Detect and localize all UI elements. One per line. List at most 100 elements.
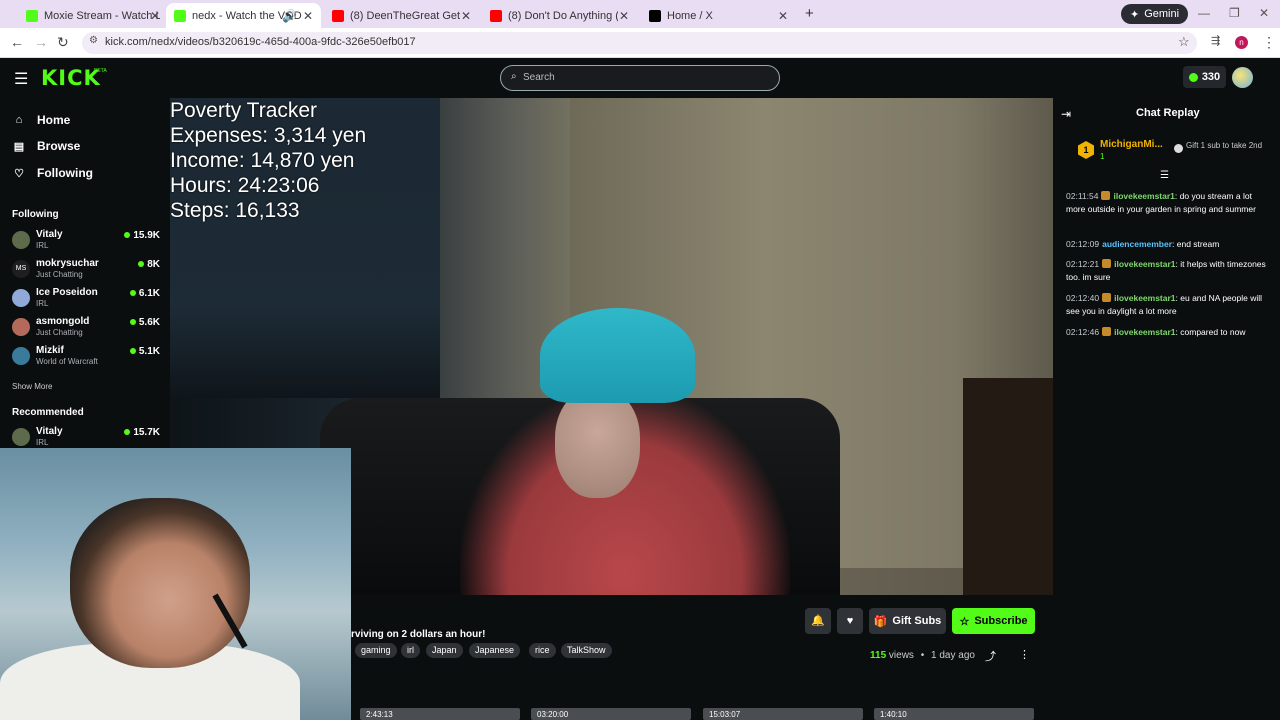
poverty-tracker-overlay: Poverty Tracker Expenses: 3,314 yen Inco… (170, 98, 366, 223)
chat-username[interactable]: ilovekeemstar1 (1114, 259, 1175, 269)
maximize-icon[interactable]: ❐ (1229, 6, 1240, 20)
live-dot-icon (129, 348, 136, 354)
channel-item[interactable]: Vitaly IRL 15.9K (12, 229, 162, 257)
vod-thumbnail[interactable]: 2:43:13 (360, 708, 520, 720)
sidebar-item-following[interactable]: ♡ Following (13, 166, 93, 180)
chat-text: compared to now (1180, 327, 1246, 337)
channel-item[interactable]: Ice Poseidon IRL 6.1K (12, 287, 162, 315)
tag-chip[interactable]: Japanese (469, 643, 521, 658)
star-icon: ☆ (959, 615, 970, 628)
channel-category: Just Chatting (36, 328, 83, 337)
vod-thumbnail[interactable]: 1:40:10 (874, 708, 1034, 720)
expand-leaderboard-icon[interactable]: ☰ (1160, 170, 1169, 181)
browser-tab-bar: Moxie Stream - Watch Live on K ✕ nedx - … (0, 0, 1280, 28)
url-text[interactable]: kick.com/nedx/videos/b320619c-465d-400a-… (105, 36, 416, 48)
gemini-button[interactable]: ✦ Gemini (1121, 4, 1189, 24)
channel-item[interactable]: Mizkif World of Warcraft 5.1K (12, 345, 162, 373)
browse-icon: ▤ (13, 140, 25, 153)
reload-icon[interactable]: ↻ (57, 34, 69, 51)
leaderboard-name[interactable]: MichiganMi... (1100, 139, 1163, 150)
close-tab-icon[interactable]: ✕ (461, 9, 471, 23)
address-bar: ← → ↻ ⚙ kick.com/nedx/videos/b320619c-46… (0, 28, 1280, 58)
collapse-chat-icon[interactable]: ⇥ (1061, 107, 1071, 121)
vod-thumbnail[interactable]: 03:20:00 (531, 708, 691, 720)
follow-heart-button[interactable]: ♥ (837, 608, 863, 634)
window-close-icon[interactable]: ✕ (1259, 6, 1269, 20)
viewer-count: 15.7K (124, 427, 160, 438)
gift-subs-button[interactable]: 🎁 Gift Subs (869, 608, 946, 634)
gift-sub-prompt[interactable]: Gift 1 sub to take 2nd (1186, 141, 1268, 150)
x-favicon-icon (649, 9, 661, 22)
profile-avatar[interactable]: n (1235, 36, 1248, 49)
search-input[interactable]: ⌕ Search (500, 65, 780, 91)
tag-chip[interactable]: rice (529, 643, 556, 658)
youtube-favicon-icon (332, 9, 344, 22)
more-options-icon[interactable]: ⋮ (1019, 648, 1030, 661)
extensions-icon[interactable]: ⇶ (1211, 34, 1220, 47)
browser-tab-active[interactable]: nedx - Watch the VOD on Kick 🔊 ✕ (166, 3, 321, 28)
notification-bell-button[interactable]: 🔔 (805, 608, 831, 634)
close-tab-icon[interactable]: ✕ (619, 9, 629, 23)
channel-name: Ice Poseidon (36, 287, 98, 298)
sidebar-item-browse[interactable]: ▤ Browse (13, 139, 81, 153)
avatar (12, 347, 30, 365)
views-label: views (888, 650, 914, 661)
channel-item[interactable]: asmongold Just Chatting 5.6K (12, 316, 162, 344)
leaderboard-count: 1 (1100, 152, 1105, 161)
chat-timestamp: 02:12:46 (1066, 327, 1100, 337)
stream-title: rviving on 2 dollars an hour! (351, 629, 486, 640)
show-more-link[interactable]: Show More (12, 382, 52, 391)
avatar (12, 428, 30, 446)
new-tab-icon[interactable]: + (805, 5, 814, 22)
subscribe-button[interactable]: ☆ Subscribe (952, 608, 1035, 634)
chat-username[interactable]: audiencemember (1102, 239, 1172, 249)
channel-category: IRL (36, 241, 49, 250)
browser-tab[interactable]: Moxie Stream - Watch Live on K ✕ (18, 3, 168, 28)
overlay-line: Poverty Tracker (170, 99, 318, 122)
tag-chip[interactable]: Japan (426, 643, 463, 658)
chat-message: 02:12:46 ilovekeemstar1: compared to now (1066, 327, 1246, 337)
subscribe-label: Subscribe (974, 615, 1028, 627)
browser-tab[interactable]: (8) DeenTheGreat Gets ROCKED ✕ (324, 3, 479, 28)
viewer-count-value: 15.7K (133, 427, 160, 438)
gift-icon: 🎁 (873, 615, 888, 628)
minimize-icon[interactable]: — (1198, 6, 1210, 20)
sidebar-item-home[interactable]: ⌂ Home (13, 113, 71, 127)
tag-chip[interactable]: irl (401, 643, 420, 658)
close-tab-icon[interactable]: ✕ (303, 9, 313, 23)
avatar (12, 231, 30, 249)
vod-thumbnail[interactable]: 15:03:07 (703, 708, 863, 720)
youtube-favicon-icon (490, 9, 502, 22)
share-icon[interactable]: ⤴ (985, 648, 996, 664)
channel-item[interactable]: MS mokrysuchar Just Chatting 8K (12, 258, 162, 286)
back-arrow-icon[interactable]: ← (10, 34, 24, 50)
tag-chip[interactable]: TalkShow (561, 643, 612, 658)
tab-title: Moxie Stream - Watch Live on K (44, 9, 160, 22)
chat-username[interactable]: ilovekeemstar1 (1114, 327, 1175, 337)
forward-arrow-icon[interactable]: → (34, 34, 48, 50)
close-tab-icon[interactable]: ✕ (150, 9, 160, 23)
kick-header: ☰ KICK BETA ⌕ Search 330 (0, 58, 1280, 98)
channel-name: Vitaly (36, 229, 63, 240)
bookmark-star-icon[interactable]: ☆ (1178, 34, 1190, 50)
heart-icon: ♥ (846, 615, 854, 627)
close-tab-icon[interactable]: ✕ (778, 9, 788, 23)
chat-username[interactable]: ilovekeemstar1 (1113, 191, 1174, 201)
speaker-icon[interactable]: 🔊 (282, 9, 297, 23)
kebab-menu-icon[interactable]: ⋮ (1262, 34, 1276, 51)
gift-subs-label: Gift Subs (892, 615, 942, 627)
tab-title: Home / X (667, 9, 713, 22)
sidebar-item-label: Following (37, 166, 93, 180)
hamburger-menu-icon[interactable]: ☰ (14, 69, 28, 89)
browser-tab[interactable]: Home / X ✕ (641, 3, 796, 28)
kick-logo[interactable]: KICK (41, 66, 101, 90)
channel-name: asmongold (36, 316, 90, 327)
heart-icon: ♡ (14, 167, 24, 180)
browser-tab[interactable]: (8) Don't Do Anything (I Would ✕ (482, 3, 637, 28)
points-badge[interactable]: 330 (1183, 66, 1226, 88)
tag-chip[interactable]: gaming (355, 643, 397, 658)
chat-username[interactable]: ilovekeemstar1 (1114, 293, 1175, 303)
channel-name: mokrysuchar (36, 258, 99, 269)
user-avatar[interactable] (1232, 67, 1253, 88)
site-info-icon[interactable]: ⚙ (89, 35, 98, 46)
